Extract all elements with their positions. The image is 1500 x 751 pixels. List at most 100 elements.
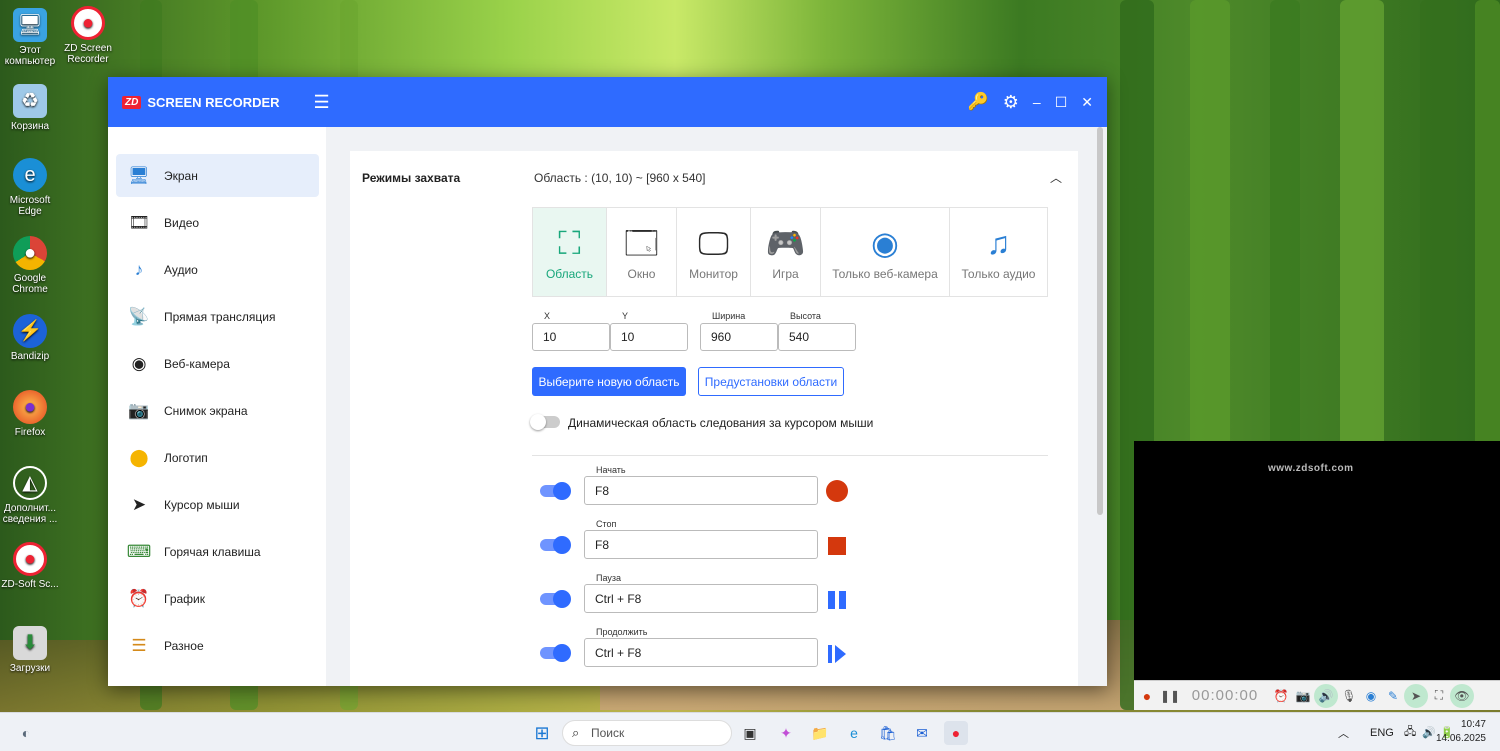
mode-game[interactable]: 🎮 Игра	[751, 208, 821, 296]
sidebar-item-live[interactable]: 📡 Прямая трансляция	[116, 295, 319, 338]
monitor-icon: 🖥	[128, 165, 150, 185]
keyboard-icon: ⌨	[126, 541, 152, 561]
stop-icon[interactable]	[826, 535, 848, 557]
camera-icon: 📷	[128, 400, 150, 420]
y-field[interactable]: Y 10	[610, 311, 688, 351]
pen-icon[interactable]: ✎	[1382, 689, 1404, 703]
pause-icon[interactable]	[826, 589, 848, 611]
sidebar-item-logo[interactable]: ⬤ Логотип	[116, 436, 319, 479]
sidebar-item-audio[interactable]: ♪ Аудио	[116, 248, 319, 291]
webcam-icon: ◉	[131, 353, 147, 373]
edge-icon[interactable]: e	[842, 721, 866, 745]
stop-hotkey-toggle[interactable]	[540, 536, 571, 554]
desktop-icon-zd-soft[interactable]: ● ZD-Soft Sc...	[0, 542, 60, 590]
mode-region[interactable]: ⛶ Область	[533, 208, 607, 296]
desktop-icon-this-pc[interactable]: 🖥 Этот компьютер	[0, 8, 60, 67]
chrome-icon: ●	[13, 236, 47, 270]
capture-modes: ⛶ Область 🗔 Окно 🖵 Монитор 🎮 Игра ◉ Толь…	[532, 207, 1048, 297]
sidebar-item-cursor[interactable]: ➤ Курсор мыши	[116, 483, 319, 526]
start-icon[interactable]: ⊞	[530, 721, 554, 745]
key-icon[interactable]: 🔑	[968, 92, 989, 112]
monitor-icon: 🖵	[698, 225, 729, 261]
desktop-icon-extra-info[interactable]: ◭ Дополнит... сведения ...	[0, 466, 60, 525]
sidebar-item-screenshot[interactable]: 📷 Снимок экрана	[116, 389, 319, 432]
speaker-icon[interactable]: 🔊	[1314, 683, 1338, 708]
sidebar-item-misc[interactable]: ☰ Разное	[116, 624, 319, 667]
sidebar-item-schedule[interactable]: ⏰ График	[116, 577, 319, 620]
close-icon[interactable]: ✕	[1081, 94, 1093, 111]
sliders-icon: ☰	[131, 635, 147, 655]
record-icon: ●	[71, 6, 105, 40]
x-field[interactable]: X 10	[532, 311, 610, 351]
outlook-icon[interactable]: ✉	[910, 721, 934, 745]
file-explorer-icon[interactable]: 📁	[808, 721, 832, 745]
width-field[interactable]: Ширина 960	[700, 311, 778, 351]
dynamic-area-toggle[interactable]	[530, 414, 560, 430]
microphone-icon[interactable]: 🎙	[1338, 689, 1360, 703]
widgets-icon[interactable]: ◐	[14, 721, 38, 745]
game-icon: 🎮	[765, 225, 806, 261]
fullscreen-icon[interactable]: ⛶	[1428, 688, 1450, 703]
mode-webcam-only[interactable]: ◉ Только веб-камера	[821, 208, 950, 296]
region-icon: ⛶	[558, 225, 581, 261]
eye-icon[interactable]: 👁	[1450, 683, 1474, 708]
desktop-icon-edge[interactable]: e Microsoft Edge	[0, 158, 60, 217]
area-presets-button[interactable]: Предустановки области	[698, 367, 844, 396]
app-window: ZD SCREEN RECORDER ☰ 🔑 ⚙ – ☐ ✕ 🖥 Экран 🎞…	[108, 77, 1107, 686]
maximize-icon[interactable]: ☐	[1055, 94, 1068, 111]
start-hotkey-field[interactable]: Начать F8	[584, 465, 818, 505]
desktop-icon-chrome[interactable]: ● Google Chrome	[0, 236, 60, 295]
store-icon[interactable]: 🛍	[876, 721, 900, 745]
language-indicator[interactable]: ENG	[1370, 727, 1404, 739]
task-view-icon[interactable]: ▣	[738, 721, 762, 745]
app-logo: ZD SCREEN RECORDER	[122, 95, 280, 110]
record-icon[interactable]: ●	[1134, 688, 1160, 704]
bandizip-icon: ⚡	[13, 314, 47, 348]
copilot-icon[interactable]: ✦	[774, 721, 798, 745]
cursor-icon[interactable]: ➤	[1404, 683, 1428, 708]
network-icon[interactable]: 🖧	[1404, 723, 1422, 742]
desktop-icon-firefox[interactable]: ● Firefox	[0, 390, 60, 438]
sidebar-item-webcam[interactable]: ◉ Веб-камера	[116, 342, 319, 385]
camera-icon[interactable]: 📷	[1292, 689, 1314, 703]
chevron-up-icon[interactable]: ︿	[1050, 169, 1062, 186]
sidebar-item-hotkey[interactable]: ⌨ Горячая клавиша	[116, 530, 319, 573]
taskbar-search[interactable]: ⌕ Поиск	[562, 720, 732, 746]
menu-icon[interactable]: ☰	[314, 92, 330, 113]
height-field[interactable]: Высота 540	[778, 311, 856, 351]
clock[interactable]: 10:47 14.06.2025	[1436, 718, 1486, 746]
desktop-icon-recycle-bin[interactable]: ♻ Корзина	[0, 84, 60, 132]
timer: 00:00:00	[1191, 687, 1259, 704]
desktop-icon-bandizip[interactable]: ⚡ Bandizip	[0, 314, 60, 362]
mode-audio-only[interactable]: ♫ Только аудио	[950, 208, 1047, 296]
mode-monitor[interactable]: 🖵 Монитор	[677, 208, 751, 296]
webcam-icon[interactable]: ◉	[1360, 689, 1382, 703]
minimize-icon[interactable]: –	[1033, 94, 1041, 110]
settings-gear-icon[interactable]: ⚙	[1003, 92, 1019, 113]
firefox-icon: ●	[13, 390, 47, 424]
resume-hotkey-toggle[interactable]	[540, 644, 571, 662]
edge-icon: e	[13, 158, 47, 192]
desktop-icon-downloads[interactable]: ⬇ Загрузки	[0, 626, 60, 674]
pause-hotkey-toggle[interactable]	[540, 590, 571, 608]
chevron-up-icon[interactable]: ︿	[1338, 725, 1358, 741]
broadcast-icon: 📡	[128, 306, 150, 326]
scrollbar[interactable]	[1097, 127, 1103, 515]
pause-hotkey-field[interactable]: Пауза Ctrl + F8	[584, 573, 818, 613]
alarm-clock-icon[interactable]: ⏰	[1270, 689, 1292, 703]
app-title: SCREEN RECORDER	[147, 94, 280, 110]
record-icon[interactable]	[826, 480, 848, 502]
stop-hotkey-field[interactable]: Стоп F8	[584, 519, 818, 559]
start-hotkey-toggle[interactable]	[540, 482, 571, 500]
pause-icon[interactable]: ❚❚	[1160, 689, 1180, 703]
select-area-button[interactable]: Выберите новую область	[532, 367, 686, 396]
sidebar-item-video[interactable]: 🎞 Видео	[116, 201, 319, 244]
mode-window[interactable]: 🗔 Окно	[607, 208, 677, 296]
desktop-icon-zd-recorder[interactable]: ● ZD Screen Recorder	[58, 6, 118, 65]
capture-mode-card: Режимы захвата Область : (10, 10) ~ [960…	[350, 151, 1078, 686]
sidebar-item-screen[interactable]: 🖥 Экран	[116, 154, 319, 197]
resume-icon[interactable]	[826, 643, 848, 665]
resume-hotkey-field[interactable]: Продолжить Ctrl + F8	[584, 627, 818, 667]
alarm-clock-icon: ⏰	[128, 588, 150, 608]
zd-recorder-taskbar-icon[interactable]: ●	[944, 721, 968, 745]
